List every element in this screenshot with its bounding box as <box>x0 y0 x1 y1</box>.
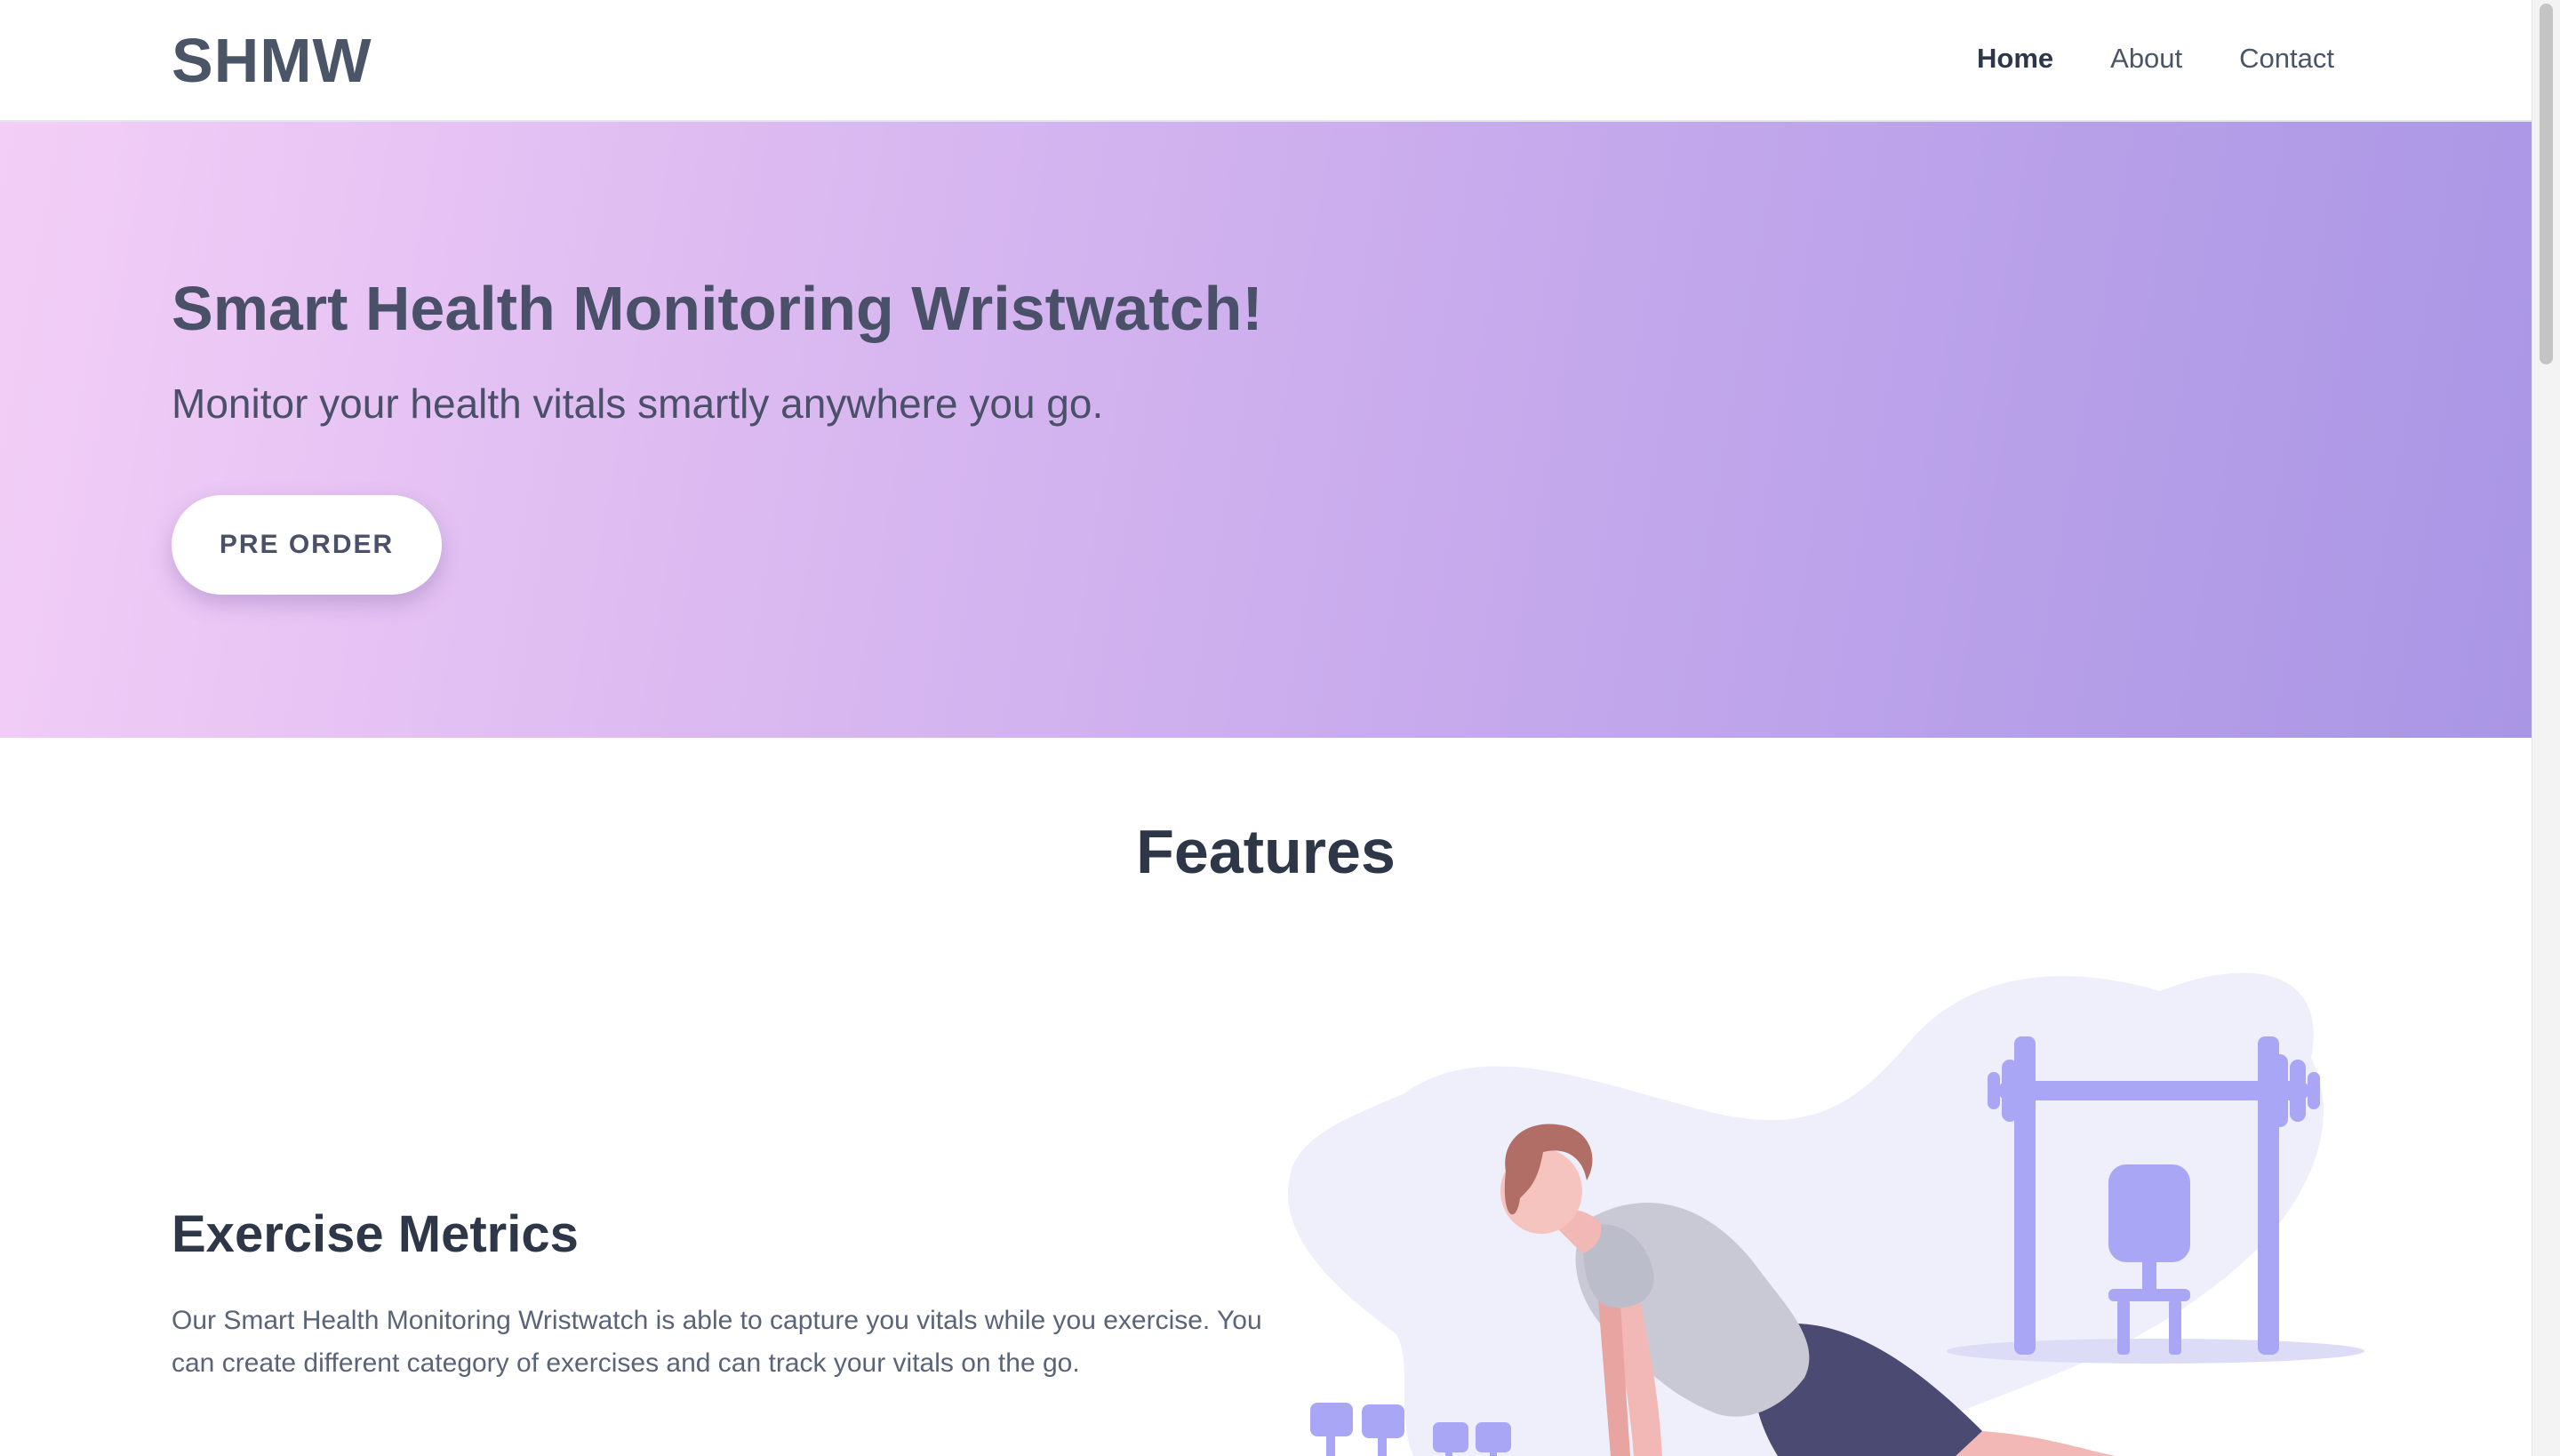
site-header: SHMW Home About Contact <box>0 0 2532 122</box>
hero-title: Smart Health Monitoring Wristwatch! <box>172 274 1263 343</box>
nav-link-about[interactable]: About <box>2110 43 2182 75</box>
main-nav: Home About Contact <box>1977 43 2334 75</box>
feature-description: Our Smart Health Monitoring Wristwatch i… <box>172 1306 1262 1378</box>
hero-section: Smart Health Monitoring Wristwatch! Moni… <box>0 122 2532 738</box>
site-logo[interactable]: SHMW <box>172 25 372 96</box>
page: SHMW Home About Contact Smart Health Mon… <box>0 0 2532 1456</box>
nav-link-home[interactable]: Home <box>1977 43 2053 75</box>
pre-order-button[interactable]: PRE ORDER <box>172 495 442 595</box>
nav-link-contact[interactable]: Contact <box>2239 43 2334 75</box>
features-title: Features <box>1136 817 1396 886</box>
vertical-scrollbar[interactable] <box>2532 0 2560 1456</box>
floor-shadow <box>1947 1339 2364 1364</box>
man-doing-pushups-illustration <box>1287 972 2364 1456</box>
feature-heading: Exercise Metrics <box>172 1205 579 1263</box>
hero-subtitle: Monitor your health vitals smartly anywh… <box>172 380 1104 427</box>
scrollbar-thumb[interactable] <box>2540 4 2553 364</box>
